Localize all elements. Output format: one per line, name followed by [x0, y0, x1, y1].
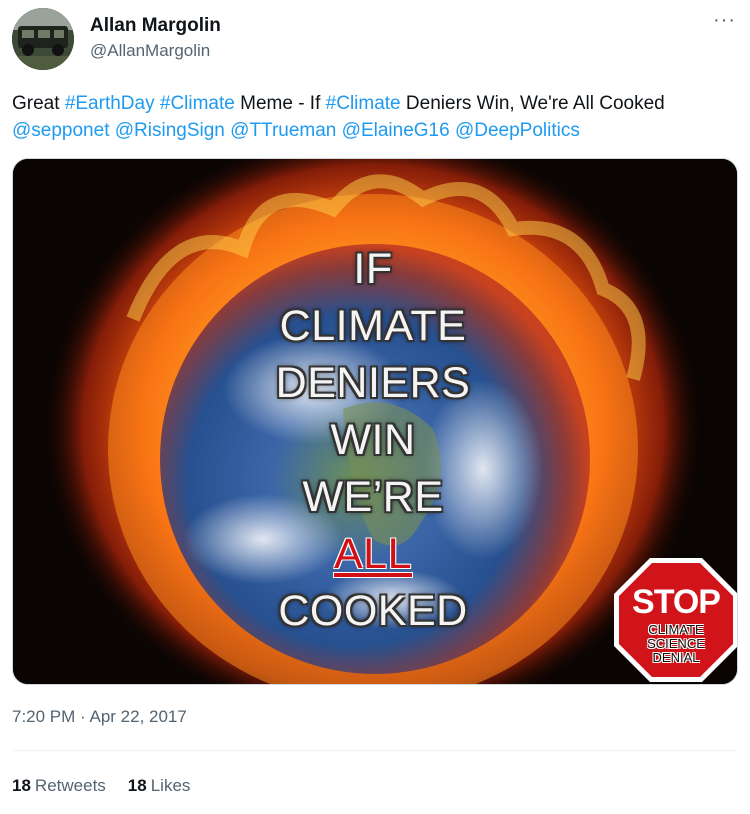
retweets-stat[interactable]: 18 Retweets — [12, 776, 106, 796]
text-segment: Great — [12, 93, 65, 114]
hashtag-earthday[interactable]: #EarthDay — [65, 93, 155, 114]
hashtag-climate[interactable]: #Climate — [160, 93, 235, 114]
likes-count: 18 — [127, 776, 147, 795]
likes-stat[interactable]: 18 Likes — [128, 776, 191, 796]
avatar[interactable] — [12, 8, 74, 70]
mention-risingsign[interactable]: @RisingSign — [115, 120, 225, 141]
stop-sub-science: SCIENCE — [647, 636, 705, 651]
text-segment: Meme - If — [234, 93, 326, 114]
mention-deeppolitics[interactable]: @DeepPolitics — [455, 120, 580, 141]
engagement-stats: 18 Retweets 18 Likes — [12, 776, 190, 796]
stop-sub-denial: DENIAL — [652, 650, 700, 665]
retweets-label: Retweets — [34, 776, 106, 795]
tweet-text: Great #EarthDay #Climate Meme - If #Clim… — [12, 90, 738, 144]
mention-elaineg16[interactable]: @ElaineG16 — [342, 120, 450, 141]
meme-line-climate: CLIMATE — [279, 302, 467, 350]
more-horizontal-icon[interactable]: ··· — [713, 10, 736, 30]
stop-title: STOP — [632, 583, 721, 621]
meme-line-deniers: DENIERS — [275, 359, 471, 407]
retweets-count: 18 — [12, 776, 31, 795]
tweet-header: Allan Margolin @AllanMargolin ··· — [12, 8, 738, 70]
divider — [12, 750, 738, 751]
meme-line-if: IF — [353, 245, 393, 293]
stop-sub-climate: CLIMATE — [648, 622, 704, 637]
hashtag-climate[interactable]: #Climate — [326, 93, 401, 114]
likes-label: Likes — [150, 776, 191, 795]
meme-line-all: ALL — [333, 530, 412, 578]
meme-line-win: WIN — [330, 416, 416, 464]
stop-sign: STOP CLIMATE SCIENCE DENIAL — [613, 557, 737, 683]
mention-ttrueman[interactable]: @TTrueman — [230, 120, 336, 141]
meme-caption: IF CLIMATE DENIERS WIN WE’RE ALL COOKED — [153, 241, 593, 640]
meme-line-were: WE’RE — [302, 473, 444, 521]
tweet-timestamp[interactable]: 7:20 PM · Apr 22, 2017 — [12, 707, 187, 727]
text-segment: Deniers Win, We're All Cooked — [400, 93, 665, 114]
author-name[interactable]: Allan Margolin — [90, 15, 221, 37]
mention-sepponet[interactable]: @sepponet — [12, 120, 109, 141]
tweet-image[interactable]: IF CLIMATE DENIERS WIN WE’RE ALL COOKED … — [12, 158, 738, 685]
meme-line-cooked: COOKED — [278, 587, 468, 635]
author-handle[interactable]: @AllanMargolin — [90, 41, 210, 61]
